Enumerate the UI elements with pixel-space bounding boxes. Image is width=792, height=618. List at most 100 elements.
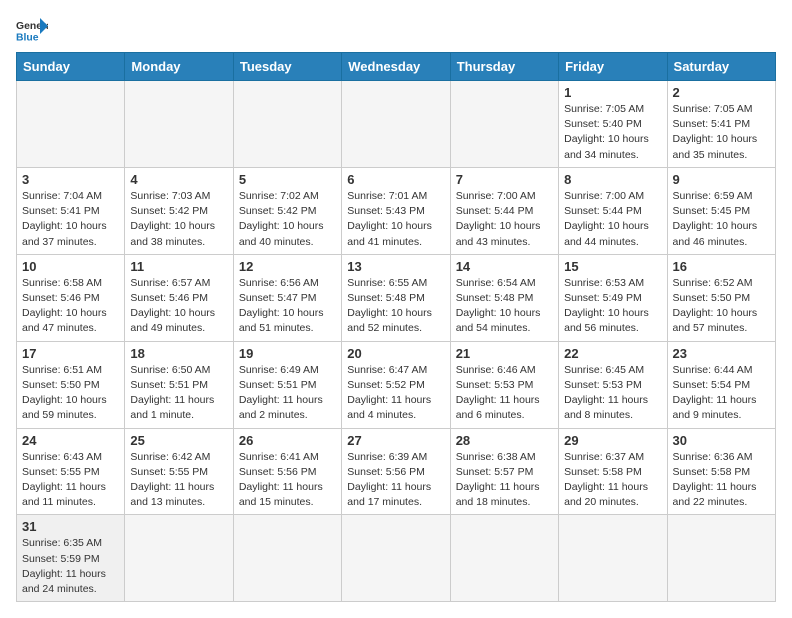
day-number: 18 — [130, 346, 227, 361]
calendar-cell — [17, 81, 125, 168]
calendar-cell: 27 Sunrise: 6:39 AM Sunset: 5:56 PM Dayli… — [342, 428, 450, 515]
calendar-cell: 5 Sunrise: 7:02 AM Sunset: 5:42 PM Daylig… — [233, 167, 341, 254]
day-number: 22 — [564, 346, 661, 361]
day-number: 10 — [22, 259, 119, 274]
day-number: 5 — [239, 172, 336, 187]
logo: General Blue — [16, 16, 48, 44]
week-row-2: 3 Sunrise: 7:04 AM Sunset: 5:41 PM Daylig… — [17, 167, 776, 254]
calendar-cell — [125, 515, 233, 602]
calendar-cell — [342, 515, 450, 602]
calendar-cell: 2 Sunrise: 7:05 AM Sunset: 5:41 PM Daylig… — [667, 81, 775, 168]
day-info: Sunrise: 6:56 AM Sunset: 5:47 PM Dayligh… — [239, 276, 336, 337]
calendar-cell: 24Sunrise: 6:43 AM Sunset: 5:55 PM Dayli… — [17, 428, 125, 515]
calendar-cell: 13Sunrise: 6:55 AM Sunset: 5:48 PM Dayli… — [342, 254, 450, 341]
day-number: 2 — [673, 85, 770, 100]
day-number: 31 — [22, 519, 119, 534]
day-number: 8 — [564, 172, 661, 187]
day-info: Sunrise: 6:42 AM Sunset: 5:55 PM Dayligh… — [130, 450, 227, 511]
calendar-cell: 16 Sunrise: 6:52 AM Sunset: 5:50 PM Dayli… — [667, 254, 775, 341]
day-info: Sunrise: 7:00 AM Sunset: 5:44 PM Dayligh… — [456, 189, 553, 250]
day-number: 4 — [130, 172, 227, 187]
day-number: 21 — [456, 346, 553, 361]
week-row-1: 1Sunrise: 7:05 AM Sunset: 5:40 PM Daylig… — [17, 81, 776, 168]
calendar-cell: 9 Sunrise: 6:59 AM Sunset: 5:45 PM Daylig… — [667, 167, 775, 254]
day-number: 28 — [456, 433, 553, 448]
day-info: Sunrise: 7:04 AM Sunset: 5:41 PM Dayligh… — [22, 189, 119, 250]
day-info: Sunrise: 6:57 AM Sunset: 5:46 PM Dayligh… — [130, 276, 227, 337]
day-number: 29 — [564, 433, 661, 448]
day-info: Sunrise: 6:46 AM Sunset: 5:53 PM Dayligh… — [456, 363, 553, 424]
weekday-header-saturday: Saturday — [667, 53, 775, 81]
calendar-cell — [667, 515, 775, 602]
day-info: Sunrise: 7:03 AM Sunset: 5:42 PM Dayligh… — [130, 189, 227, 250]
calendar-cell: 20 Sunrise: 6:47 AM Sunset: 5:52 PM Dayli… — [342, 341, 450, 428]
day-info: Sunrise: 6:41 AM Sunset: 5:56 PM Dayligh… — [239, 450, 336, 511]
day-number: 16 — [673, 259, 770, 274]
day-info: Sunrise: 6:47 AM Sunset: 5:52 PM Dayligh… — [347, 363, 444, 424]
day-number: 9 — [673, 172, 770, 187]
calendar-cell — [450, 515, 558, 602]
calendar-cell: 30Sunrise: 6:36 AM Sunset: 5:58 PM Dayli… — [667, 428, 775, 515]
day-number: 23 — [673, 346, 770, 361]
calendar-table: SundayMondayTuesdayWednesdayThursdayFrid… — [16, 52, 776, 602]
week-row-3: 10Sunrise: 6:58 AM Sunset: 5:46 PM Dayli… — [17, 254, 776, 341]
day-number: 14 — [456, 259, 553, 274]
calendar-cell: 1Sunrise: 7:05 AM Sunset: 5:40 PM Daylig… — [559, 81, 667, 168]
weekday-header-friday: Friday — [559, 53, 667, 81]
day-info: Sunrise: 7:02 AM Sunset: 5:42 PM Dayligh… — [239, 189, 336, 250]
calendar-cell: 4 Sunrise: 7:03 AM Sunset: 5:42 PM Daylig… — [125, 167, 233, 254]
day-number: 30 — [673, 433, 770, 448]
day-info: Sunrise: 6:38 AM Sunset: 5:57 PM Dayligh… — [456, 450, 553, 511]
day-info: Sunrise: 6:52 AM Sunset: 5:50 PM Dayligh… — [673, 276, 770, 337]
calendar-cell: 3 Sunrise: 7:04 AM Sunset: 5:41 PM Daylig… — [17, 167, 125, 254]
day-number: 11 — [130, 259, 227, 274]
day-info: Sunrise: 7:05 AM Sunset: 5:41 PM Dayligh… — [673, 102, 770, 163]
day-number: 20 — [347, 346, 444, 361]
calendar-cell: 15Sunrise: 6:53 AM Sunset: 5:49 PM Dayli… — [559, 254, 667, 341]
calendar-cell: 14Sunrise: 6:54 AM Sunset: 5:48 PM Dayli… — [450, 254, 558, 341]
day-number: 26 — [239, 433, 336, 448]
calendar-cell: 8 Sunrise: 7:00 AM Sunset: 5:44 PM Daylig… — [559, 167, 667, 254]
day-number: 6 — [347, 172, 444, 187]
calendar-cell: 29 Sunrise: 6:37 AM Sunset: 5:58 PM Dayli… — [559, 428, 667, 515]
day-info: Sunrise: 6:53 AM Sunset: 5:49 PM Dayligh… — [564, 276, 661, 337]
day-info: Sunrise: 6:55 AM Sunset: 5:48 PM Dayligh… — [347, 276, 444, 337]
calendar-cell: 21 Sunrise: 6:46 AM Sunset: 5:53 PM Dayli… — [450, 341, 558, 428]
week-row-5: 24Sunrise: 6:43 AM Sunset: 5:55 PM Dayli… — [17, 428, 776, 515]
day-info: Sunrise: 6:39 AM Sunset: 5:56 PM Dayligh… — [347, 450, 444, 511]
day-info: Sunrise: 7:00 AM Sunset: 5:44 PM Dayligh… — [564, 189, 661, 250]
calendar-cell — [233, 81, 341, 168]
day-number: 12 — [239, 259, 336, 274]
day-info: Sunrise: 6:44 AM Sunset: 5:54 PM Dayligh… — [673, 363, 770, 424]
day-info: Sunrise: 6:59 AM Sunset: 5:45 PM Dayligh… — [673, 189, 770, 250]
calendar-cell: 19Sunrise: 6:49 AM Sunset: 5:51 PM Dayli… — [233, 341, 341, 428]
day-number: 27 — [347, 433, 444, 448]
calendar-cell: 26 Sunrise: 6:41 AM Sunset: 5:56 PM Dayli… — [233, 428, 341, 515]
day-number: 25 — [130, 433, 227, 448]
day-number: 1 — [564, 85, 661, 100]
calendar-cell — [125, 81, 233, 168]
calendar-cell — [233, 515, 341, 602]
week-row-6: 31 Sunrise: 6:35 AM Sunset: 5:59 PM Dayli… — [17, 515, 776, 602]
calendar-cell: 17Sunrise: 6:51 AM Sunset: 5:50 PM Dayli… — [17, 341, 125, 428]
calendar-cell: 10Sunrise: 6:58 AM Sunset: 5:46 PM Dayli… — [17, 254, 125, 341]
day-info: Sunrise: 6:45 AM Sunset: 5:53 PM Dayligh… — [564, 363, 661, 424]
svg-text:Blue: Blue — [16, 32, 39, 43]
calendar-cell: 12 Sunrise: 6:56 AM Sunset: 5:47 PM Dayli… — [233, 254, 341, 341]
day-number: 19 — [239, 346, 336, 361]
day-number: 7 — [456, 172, 553, 187]
calendar-cell: 11 Sunrise: 6:57 AM Sunset: 5:46 PM Dayli… — [125, 254, 233, 341]
calendar-cell — [559, 515, 667, 602]
calendar-cell: 31 Sunrise: 6:35 AM Sunset: 5:59 PM Dayli… — [17, 515, 125, 602]
calendar-cell: 18Sunrise: 6:50 AM Sunset: 5:51 PM Dayli… — [125, 341, 233, 428]
calendar-cell: 23 Sunrise: 6:44 AM Sunset: 5:54 PM Dayli… — [667, 341, 775, 428]
day-info: Sunrise: 6:37 AM Sunset: 5:58 PM Dayligh… — [564, 450, 661, 511]
day-info: Sunrise: 6:35 AM Sunset: 5:59 PM Dayligh… — [22, 536, 119, 597]
calendar-cell: 28 Sunrise: 6:38 AM Sunset: 5:57 PM Dayli… — [450, 428, 558, 515]
logo-icon: General Blue — [16, 16, 48, 44]
weekday-header-thursday: Thursday — [450, 53, 558, 81]
day-number: 3 — [22, 172, 119, 187]
day-number: 17 — [22, 346, 119, 361]
calendar-cell — [450, 81, 558, 168]
calendar-cell — [342, 81, 450, 168]
